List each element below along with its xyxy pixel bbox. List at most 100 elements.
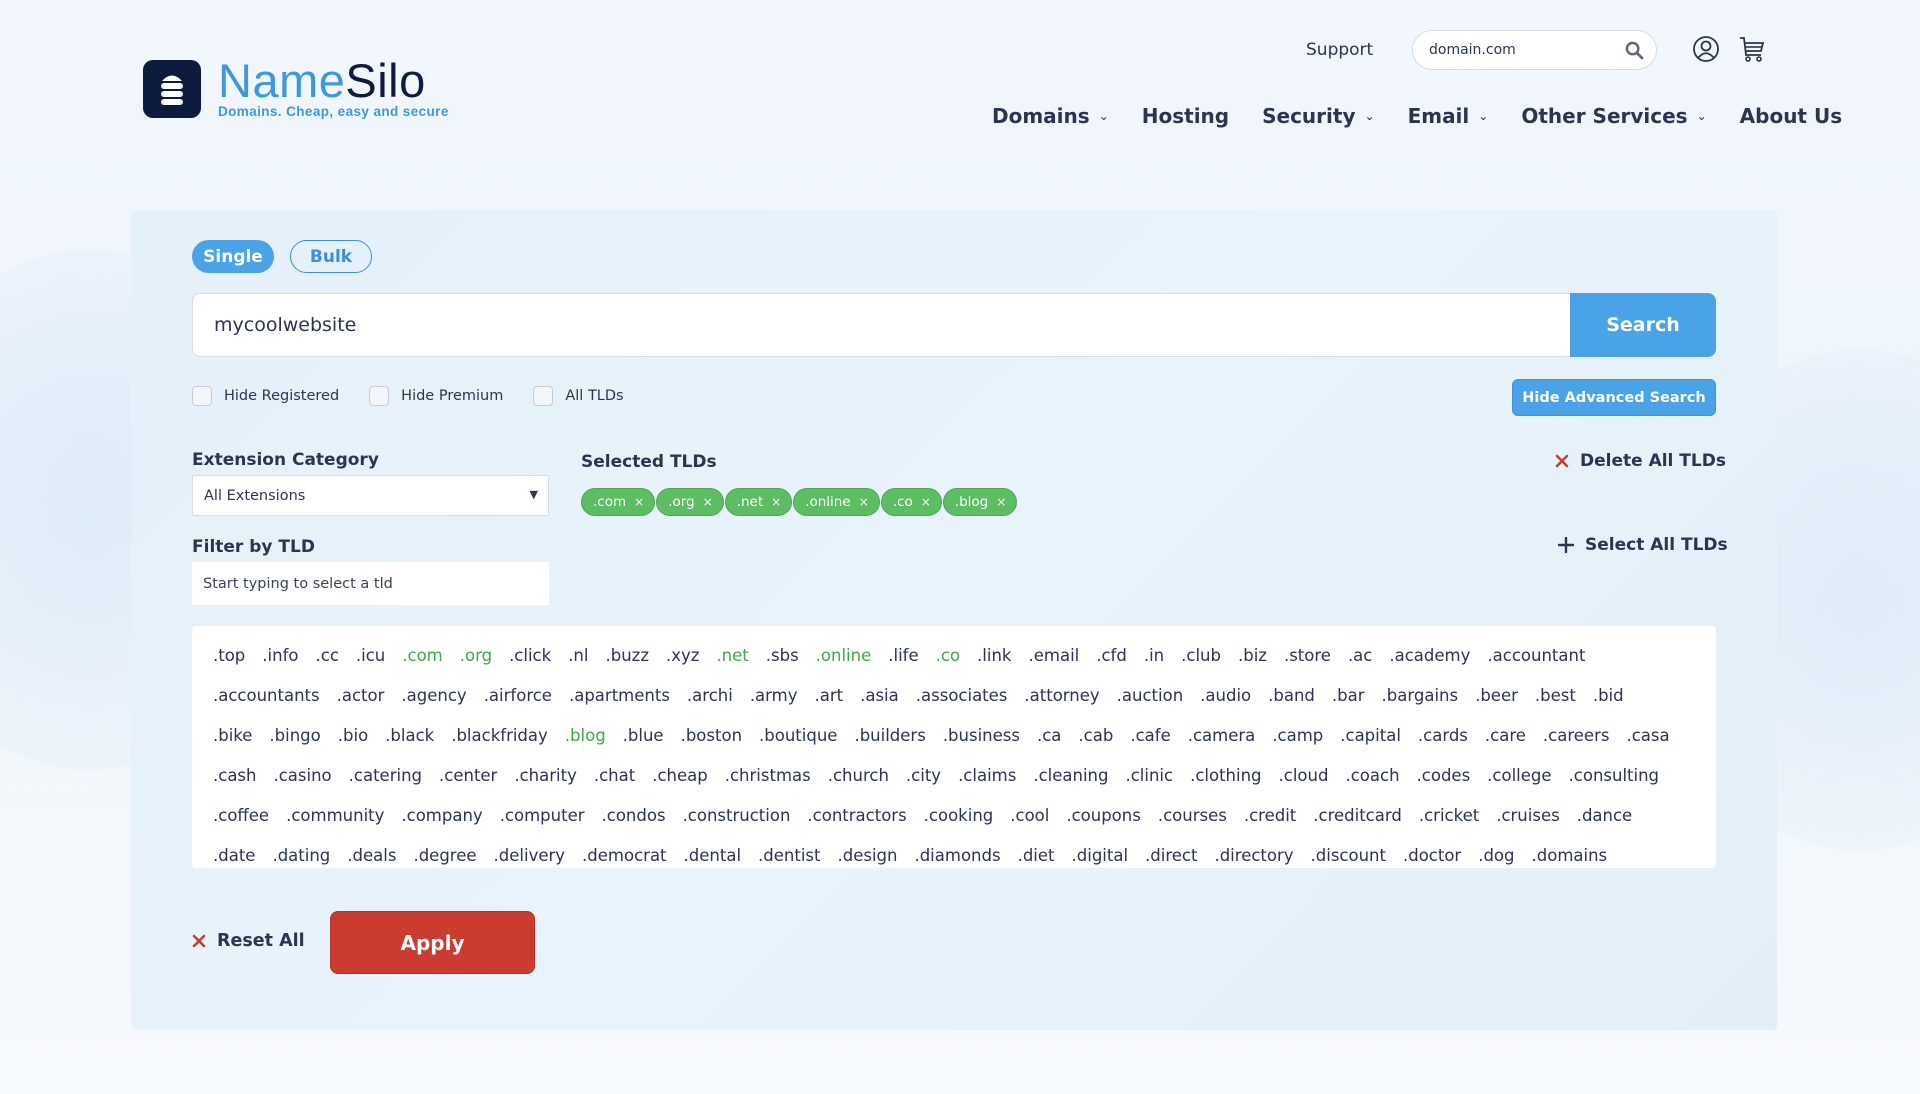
cart-icon[interactable] — [1738, 35, 1766, 67]
tld-option[interactable]: .camera — [1188, 724, 1256, 748]
tld-option[interactable]: .cricket — [1419, 804, 1479, 828]
tld-option[interactable]: .city — [906, 764, 941, 788]
tld-option[interactable]: .bar — [1332, 684, 1365, 708]
tld-option[interactable]: .chat — [594, 764, 635, 788]
tld-option[interactable]: .deals — [347, 844, 396, 868]
tld-option[interactable]: .associates — [916, 684, 1008, 708]
tld-option[interactable]: .cleaning — [1033, 764, 1108, 788]
tld-option[interactable]: .net — [716, 644, 748, 668]
tld-option[interactable]: .cards — [1418, 724, 1468, 748]
domain-search-input[interactable] — [214, 314, 1571, 336]
tld-option[interactable]: .in — [1144, 644, 1164, 668]
tld-option[interactable]: .careers — [1543, 724, 1610, 748]
tld-option[interactable]: .actor — [337, 684, 385, 708]
tld-option[interactable]: .dental — [684, 844, 742, 868]
tld-option[interactable]: .design — [837, 844, 897, 868]
tld-option[interactable]: .church — [828, 764, 889, 788]
tld-option[interactable]: .boutique — [759, 724, 837, 748]
tld-option[interactable]: .co — [936, 644, 960, 668]
nav-about-us[interactable]: About Us — [1740, 104, 1842, 128]
tld-option[interactable]: .archi — [687, 684, 733, 708]
tld-option[interactable]: .org — [460, 644, 492, 668]
tld-option[interactable]: .college — [1487, 764, 1551, 788]
namesilo-logo[interactable]: NameSilo Domains. Cheap, easy and secure — [143, 57, 449, 119]
tld-option[interactable]: .bike — [213, 724, 252, 748]
tld-option[interactable]: .top — [213, 644, 245, 668]
tld-option[interactable]: .diet — [1018, 844, 1055, 868]
support-link[interactable]: Support — [1306, 40, 1373, 60]
tld-option[interactable]: .business — [943, 724, 1020, 748]
tld-option[interactable]: .cab — [1078, 724, 1113, 748]
tld-option[interactable]: .cool — [1010, 804, 1049, 828]
select-all-tlds-button[interactable]: Select All TLDs — [1558, 535, 1728, 555]
tld-option[interactable]: .airforce — [484, 684, 552, 708]
tld-option[interactable]: .consulting — [1569, 764, 1660, 788]
tld-option[interactable]: .buzz — [605, 644, 649, 668]
tld-option[interactable]: .com — [402, 644, 443, 668]
tld-option[interactable]: .claims — [958, 764, 1016, 788]
tld-option[interactable]: .codes — [1417, 764, 1471, 788]
all-tlds-option[interactable]: All TLDs — [533, 386, 624, 406]
tld-option[interactable]: .date — [213, 844, 255, 868]
search-icon[interactable] — [1625, 41, 1644, 64]
nav-hosting[interactable]: Hosting — [1142, 104, 1229, 128]
tld-option[interactable]: .army — [750, 684, 798, 708]
nav-security[interactable]: Security ⌄ — [1262, 104, 1374, 128]
tld-option[interactable]: .dating — [272, 844, 330, 868]
delete-all-tlds-button[interactable]: Delete All TLDs — [1555, 451, 1726, 471]
remove-chip-icon[interactable]: × — [921, 495, 931, 509]
tld-option[interactable]: .xyz — [666, 644, 699, 668]
tld-option[interactable]: .charity — [514, 764, 577, 788]
tld-option[interactable]: .cruises — [1496, 804, 1560, 828]
single-mode-button[interactable]: Single — [192, 240, 274, 273]
tld-option[interactable]: .casino — [273, 764, 331, 788]
extension-category-select[interactable]: All Extensions ▼ — [192, 475, 549, 516]
tld-option[interactable]: .care — [1485, 724, 1526, 748]
hide-registered-checkbox[interactable] — [192, 386, 212, 406]
tld-option[interactable]: .christmas — [725, 764, 811, 788]
remove-chip-icon[interactable]: × — [634, 495, 644, 509]
remove-chip-icon[interactable]: × — [771, 495, 781, 509]
tld-option[interactable]: .audio — [1200, 684, 1251, 708]
tld-option[interactable]: .band — [1268, 684, 1315, 708]
tld-option[interactable]: .bargains — [1382, 684, 1459, 708]
tld-option[interactable]: .coffee — [213, 804, 269, 828]
tld-option[interactable]: .ac — [1348, 644, 1372, 668]
search-button[interactable]: Search — [1570, 293, 1716, 357]
apply-button[interactable]: Apply — [330, 911, 535, 974]
tld-option[interactable]: .degree — [413, 844, 476, 868]
tld-option[interactable]: .domains — [1532, 844, 1608, 868]
tld-option[interactable]: .blog — [565, 724, 606, 748]
tld-option[interactable]: .direct — [1145, 844, 1197, 868]
tld-option[interactable]: .discount — [1311, 844, 1386, 868]
tld-option[interactable]: .nl — [568, 644, 588, 668]
remove-chip-icon[interactable]: × — [703, 495, 713, 509]
filter-tld-input[interactable] — [203, 575, 549, 592]
tld-option[interactable]: .cafe — [1130, 724, 1170, 748]
bulk-mode-button[interactable]: Bulk — [290, 240, 372, 273]
tld-option[interactable]: .boston — [681, 724, 742, 748]
tld-option[interactable]: .cheap — [652, 764, 708, 788]
tld-option[interactable]: .credit — [1244, 804, 1296, 828]
tld-option[interactable]: .agency — [401, 684, 466, 708]
tld-option[interactable]: .cfd — [1096, 644, 1127, 668]
tld-option[interactable]: .email — [1028, 644, 1079, 668]
tld-option[interactable]: .auction — [1117, 684, 1184, 708]
tld-option[interactable]: .digital — [1072, 844, 1129, 868]
remove-chip-icon[interactable]: × — [996, 495, 1006, 509]
tld-option[interactable]: .club — [1181, 644, 1221, 668]
tld-option[interactable]: .clinic — [1125, 764, 1173, 788]
hide-premium-option[interactable]: Hide Premium — [369, 386, 503, 406]
tld-option[interactable]: .company — [401, 804, 482, 828]
tld-option[interactable]: .dance — [1577, 804, 1633, 828]
tld-option[interactable]: .academy — [1389, 644, 1470, 668]
tld-option[interactable]: .construction — [683, 804, 791, 828]
tld-option[interactable]: .computer — [500, 804, 585, 828]
tld-option[interactable]: .cc — [316, 644, 339, 668]
tld-option[interactable]: .dentist — [758, 844, 820, 868]
tld-option[interactable]: .apartments — [569, 684, 670, 708]
tld-option[interactable]: .link — [977, 644, 1011, 668]
tld-option[interactable]: .online — [816, 644, 872, 668]
tld-option[interactable]: .creditcard — [1313, 804, 1402, 828]
tld-option[interactable]: .coach — [1345, 764, 1399, 788]
